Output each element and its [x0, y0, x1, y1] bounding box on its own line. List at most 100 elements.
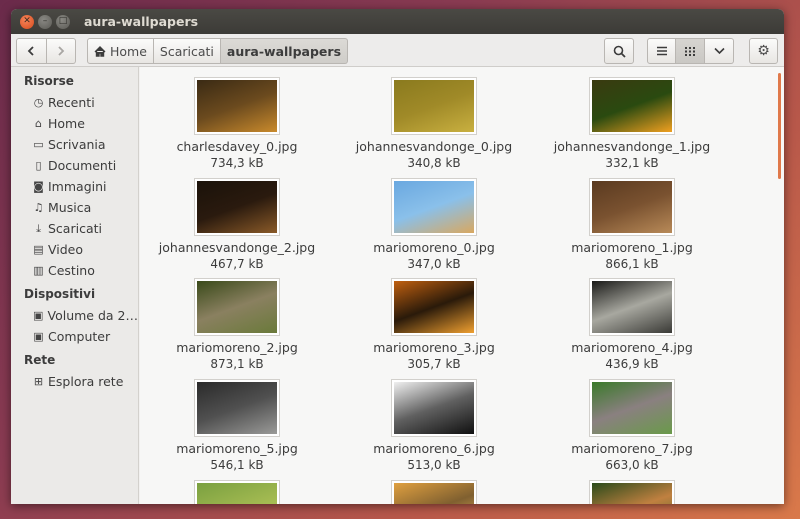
thumbnail-image: [197, 483, 277, 504]
file-name: mariomoreno_0.jpg: [373, 240, 495, 255]
sidebar-item-cestino[interactable]: ▥ Cestino: [11, 260, 138, 281]
file-size: 546,1 kB: [210, 458, 264, 472]
sidebar-item-immagini[interactable]: ◙ Immagini: [11, 176, 138, 197]
file-name: johannesvandonge_2.jpg: [158, 240, 316, 255]
sidebar-item-label: Scrivania: [48, 137, 106, 152]
thumbnail-image: [394, 382, 474, 434]
grid-icon: [685, 47, 695, 56]
thumbnail-image: [197, 382, 277, 434]
file-thumbnail: [589, 379, 675, 437]
list-view-button[interactable]: [647, 38, 676, 64]
sidebar-item-label: Home: [48, 116, 85, 131]
file-item[interactable]: charlesdavey_0.jpg 734,3 kB: [147, 77, 327, 171]
file-size: 436,9 kB: [605, 357, 659, 371]
minimize-window-button[interactable]: –: [38, 14, 52, 29]
sidebar-item-label: Documenti: [48, 158, 117, 173]
thumbnail-image: [592, 483, 672, 504]
file-name: mariomoreno_3.jpg: [373, 340, 495, 355]
sidebar-item-musica[interactable]: ♫ Musica: [11, 197, 138, 218]
breadcrumb-label: Home: [110, 43, 147, 59]
file-item[interactable]: [542, 480, 722, 504]
file-manager-window: ✕ – □ aura-wallpapers Home Scaricati aur…: [11, 9, 784, 504]
breadcrumb-label: Scaricati: [159, 43, 214, 59]
file-item[interactable]: mariomoreno_6.jpg 513,0 kB: [344, 379, 524, 473]
sidebar-item-documenti[interactable]: ▯ Documenti: [11, 155, 138, 176]
view-options-button[interactable]: [705, 38, 734, 64]
thumbnail-image: [394, 181, 474, 233]
file-thumbnail: [589, 178, 675, 236]
file-item[interactable]: johannesvandonge_0.jpg 340,8 kB: [344, 77, 524, 171]
document-icon: ▯: [35, 159, 42, 172]
file-size: 873,1 kB: [210, 357, 264, 371]
file-item[interactable]: mariomoreno_1.jpg 866,1 kB: [542, 178, 722, 272]
sidebar-item-label: Volume da 2…: [47, 308, 139, 323]
file-name: charlesdavey_0.jpg: [176, 139, 298, 154]
sidebar-item-volume[interactable]: ▣ Volume da 2…: [11, 305, 138, 326]
scrollbar[interactable]: [778, 73, 781, 179]
file-item[interactable]: mariomoreno_3.jpg 305,7 kB: [344, 278, 524, 372]
file-item[interactable]: mariomoreno_0.jpg 347,0 kB: [344, 178, 524, 272]
file-item[interactable]: mariomoreno_2.jpg 873,1 kB: [147, 278, 327, 372]
thumbnail-image: [197, 281, 277, 333]
drive-icon: ▣: [33, 309, 44, 322]
file-thumbnail: [391, 379, 477, 437]
chevron-down-icon: [713, 47, 725, 55]
sidebar-item-label: Recenti: [48, 95, 95, 110]
breadcrumb-current[interactable]: aura-wallpapers: [220, 38, 349, 64]
file-item[interactable]: mariomoreno_4.jpg 436,9 kB: [542, 278, 722, 372]
file-thumbnail: [194, 379, 280, 437]
network-icon: ⊞: [33, 375, 44, 388]
breadcrumb: Home Scaricati aura-wallpapers: [87, 38, 349, 64]
thumbnail-image: [592, 281, 672, 333]
sidebar-section-title: Risorse: [24, 74, 74, 88]
close-window-button[interactable]: ✕: [20, 14, 34, 29]
file-name: mariomoreno_2.jpg: [176, 340, 298, 355]
thumbnail-image: [592, 181, 672, 233]
file-grid: charlesdavey_0.jpg 734,3 kB johannesvandon…: [140, 67, 784, 504]
clock-icon: ◷: [33, 96, 44, 109]
sidebar-item-scrivania[interactable]: ▭ Scrivania: [11, 134, 138, 155]
file-size: 347,0 kB: [407, 257, 461, 271]
file-item[interactable]: [147, 480, 327, 504]
sidebar-item-scaricati[interactable]: ⤓ Scaricati: [11, 218, 138, 239]
thumbnail-image: [197, 181, 277, 233]
file-item[interactable]: mariomoreno_5.jpg 546,1 kB: [147, 379, 327, 473]
search-button[interactable]: [604, 38, 634, 64]
file-size: 734,3 kB: [210, 156, 264, 170]
sidebar-item-home[interactable]: ⌂ Home: [11, 113, 138, 134]
sidebar-section-title: Rete: [24, 353, 56, 367]
sidebar-item-label: Immagini: [48, 179, 107, 194]
sidebar-item-recenti[interactable]: ◷ Recenti: [11, 92, 138, 113]
maximize-window-button[interactable]: □: [56, 14, 70, 29]
sidebar-section-title: Dispositivi: [24, 287, 96, 301]
home-icon: [94, 45, 106, 57]
file-item[interactable]: [344, 480, 524, 504]
sidebar-item-esplora-rete[interactable]: ⊞ Esplora rete: [11, 371, 138, 392]
title-bar: ✕ – □ aura-wallpapers: [11, 9, 784, 34]
settings-button[interactable]: ⚙: [749, 38, 778, 64]
file-item[interactable]: mariomoreno_7.jpg 663,0 kB: [542, 379, 722, 473]
folder-icon: ▭: [33, 138, 44, 151]
thumbnail-image: [197, 80, 277, 132]
sidebar-item-label: Scaricati: [48, 221, 102, 236]
sidebar-item-label: Computer: [48, 329, 111, 344]
maximize-icon: □: [58, 16, 68, 26]
list-icon: [656, 46, 667, 56]
file-size: 663,0 kB: [605, 458, 659, 472]
drive-icon: ▣: [33, 330, 44, 343]
file-item[interactable]: johannesvandonge_2.jpg 467,7 kB: [147, 178, 327, 272]
breadcrumb-scaricati[interactable]: Scaricati: [153, 38, 221, 64]
file-size: 332,1 kB: [605, 156, 659, 170]
sidebar-item-label: Musica: [48, 200, 92, 215]
file-thumbnail: [391, 480, 477, 504]
back-button[interactable]: [16, 38, 47, 64]
grid-view-button[interactable]: [676, 38, 705, 64]
thumbnail-image: [394, 281, 474, 333]
home-icon: ⌂: [35, 117, 42, 130]
sidebar-item-video[interactable]: ▤ Video: [11, 239, 138, 260]
file-item[interactable]: johannesvandonge_1.jpg 332,1 kB: [542, 77, 722, 171]
sidebar-item-label: Cestino: [48, 263, 95, 278]
breadcrumb-home[interactable]: Home: [87, 38, 154, 64]
sidebar-item-computer[interactable]: ▣ Computer: [11, 326, 138, 347]
forward-button[interactable]: [46, 38, 76, 64]
